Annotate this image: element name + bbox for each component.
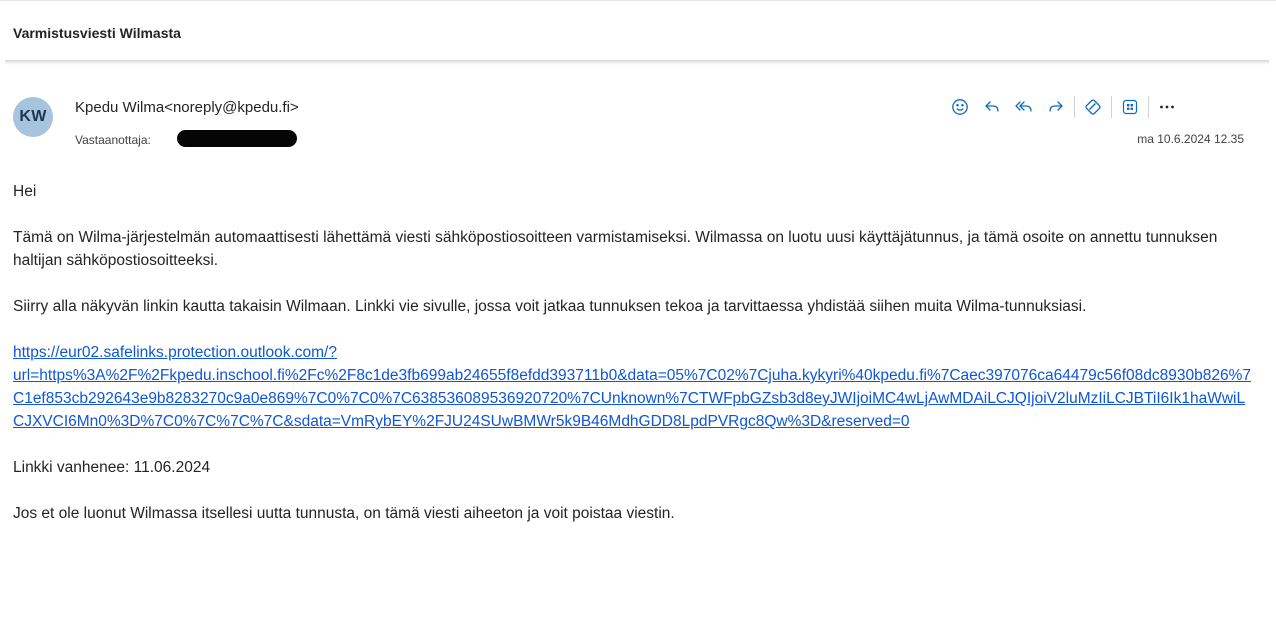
body-paragraph: Siirry alla näkyvän linkin kautta takais… [13,298,1087,315]
reply-all-icon[interactable] [1008,92,1040,122]
sticker-icon[interactable] [1077,92,1109,122]
toolbar-separator [1074,96,1075,118]
recipient-label: Vastaanottaja: [75,133,151,147]
body-paragraph: Jos et ole luonut Wilmassa itsellesi uut… [13,505,675,522]
emoji-icon[interactable] [944,92,976,122]
link-text: url=https%3A%2F%2Fkpedu.inschool.fi%2Fc%… [13,367,1252,430]
more-icon[interactable] [1151,92,1183,122]
greeting: Hei [13,183,37,200]
message-body: Hei Tämä on Wilma-järjestelmän automaatt… [13,180,1253,548]
redacted-recipient [177,130,297,147]
sender-avatar[interactable]: KW [13,97,53,137]
header-divider [5,60,1269,65]
toolbar-separator [1111,96,1112,118]
forward-icon[interactable] [1040,92,1072,122]
message-toolbar [944,92,1183,122]
sent-date: ma 10.6.2024 12.35 [1137,132,1244,146]
expiry-text: Linkki vanhenee: 11.06.2024 [13,459,211,476]
verification-link[interactable]: https://eur02.safelinks.protection.outlo… [13,344,1251,430]
sender-name[interactable]: Kpedu Wilma<noreply@kpedu.fi> [75,99,299,116]
toolbar-separator [1148,96,1149,118]
reply-icon[interactable] [976,92,1008,122]
apps-icon[interactable] [1114,92,1146,122]
subject-bar: Varmistusviesti Wilmasta [0,0,1276,62]
email-subject: Varmistusviesti Wilmasta [13,25,181,41]
body-paragraph: Tämä on Wilma-järjestelmän automaattises… [13,229,1218,269]
link-text: https://eur02.safelinks.protection.outlo… [13,344,337,361]
verification-link-block: https://eur02.safelinks.protection.outlo… [13,341,1253,433]
